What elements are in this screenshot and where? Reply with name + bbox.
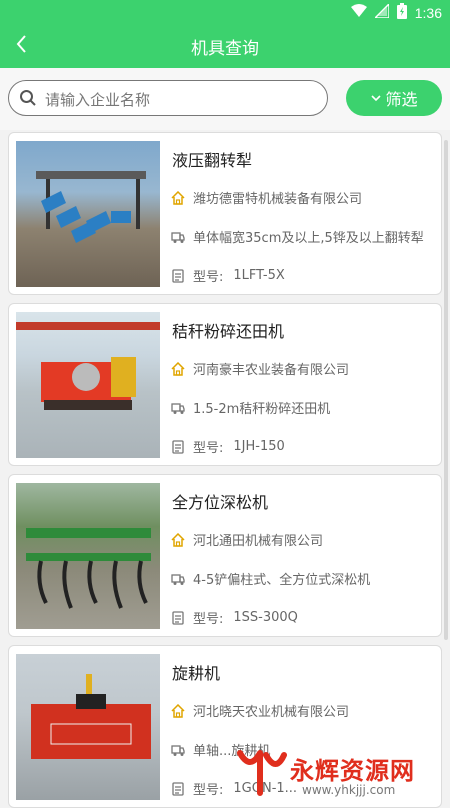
machine-photo: [16, 654, 160, 800]
house-icon: [171, 361, 185, 376]
watermark-text: 永辉资源网: [290, 757, 415, 785]
list-item[interactable]: 液压翻转犁 潍坊德雷特机械装备有限公司 单体幅宽35cm及以上,5铧及以上翻转犁…: [8, 132, 442, 295]
document-icon: [172, 610, 184, 625]
item-desc: 单体幅宽35cm及以上,5铧及以上翻转犁: [171, 227, 424, 246]
list-item[interactable]: 秸秆粉碎还田机 河南豪丰农业装备有限公司 1.5-2m秸秆粉碎还田机 型号: 1…: [8, 303, 442, 466]
battery-icon: [396, 3, 407, 23]
item-title: 液压翻转犁: [172, 151, 253, 170]
list-item[interactable]: 全方位深松机 河北通田机械有限公司 4-5铲偏柱式、全方位式深松机 型号: 1S…: [8, 474, 442, 637]
truck-icon: [171, 744, 185, 756]
item-title: 全方位深松机: [172, 493, 269, 512]
watermark-logo-icon: [237, 750, 287, 796]
app-header: 1:36 机具查询: [0, 0, 450, 68]
item-company: 河北通田机械有限公司: [171, 530, 323, 549]
search-icon: [20, 90, 36, 106]
status-time: 1:36: [414, 5, 442, 21]
filter-button[interactable]: 筛选: [346, 80, 442, 116]
item-title: 旋耕机: [172, 664, 221, 683]
item-model: 型号: 1JH-150: [171, 437, 285, 456]
item-desc: 4-5铲偏柱式、全方位式深松机: [171, 569, 370, 588]
item-model: 型号: 1SS-300Q: [171, 608, 298, 627]
status-icons: 1:36: [350, 2, 442, 23]
item-desc: 1.5-2m秸秆粉碎还田机: [171, 398, 330, 417]
page-title: 机具查询: [191, 39, 259, 59]
truck-icon: [171, 573, 185, 585]
item-company: 河南豪丰农业装备有限公司: [171, 359, 349, 378]
machine-photo: [16, 312, 160, 458]
scrollbar[interactable]: [444, 140, 448, 640]
chevron-down-icon: [371, 95, 382, 102]
search-input[interactable]: [43, 88, 317, 112]
title-bar: 机具查询: [0, 26, 450, 66]
house-icon: [171, 190, 185, 205]
machine-photo: [16, 141, 160, 287]
item-company: 河北晓天农业机械有限公司: [171, 701, 349, 720]
status-bar: 1:36: [0, 0, 450, 24]
house-icon: [171, 532, 185, 547]
watermark: 永辉资源网 www.yhkjjj.com: [230, 747, 450, 799]
item-title: 秸秆粉碎还田机: [172, 322, 285, 341]
truck-icon: [171, 402, 185, 414]
house-icon: [171, 703, 185, 718]
signal-icon: [372, 2, 390, 22]
search-box[interactable]: [8, 80, 328, 116]
watermark-url: www.yhkjjj.com: [302, 783, 396, 797]
truck-icon: [171, 231, 185, 243]
item-company: 潍坊德雷特机械装备有限公司: [171, 188, 362, 207]
wifi-icon: [350, 4, 367, 22]
filter-label: 筛选: [385, 90, 418, 109]
document-icon: [172, 781, 184, 796]
document-icon: [172, 268, 184, 283]
item-model: 型号: 1LFT-5X: [171, 266, 285, 285]
search-row: 筛选: [0, 68, 450, 130]
document-icon: [172, 439, 184, 454]
machine-photo: [16, 483, 160, 629]
